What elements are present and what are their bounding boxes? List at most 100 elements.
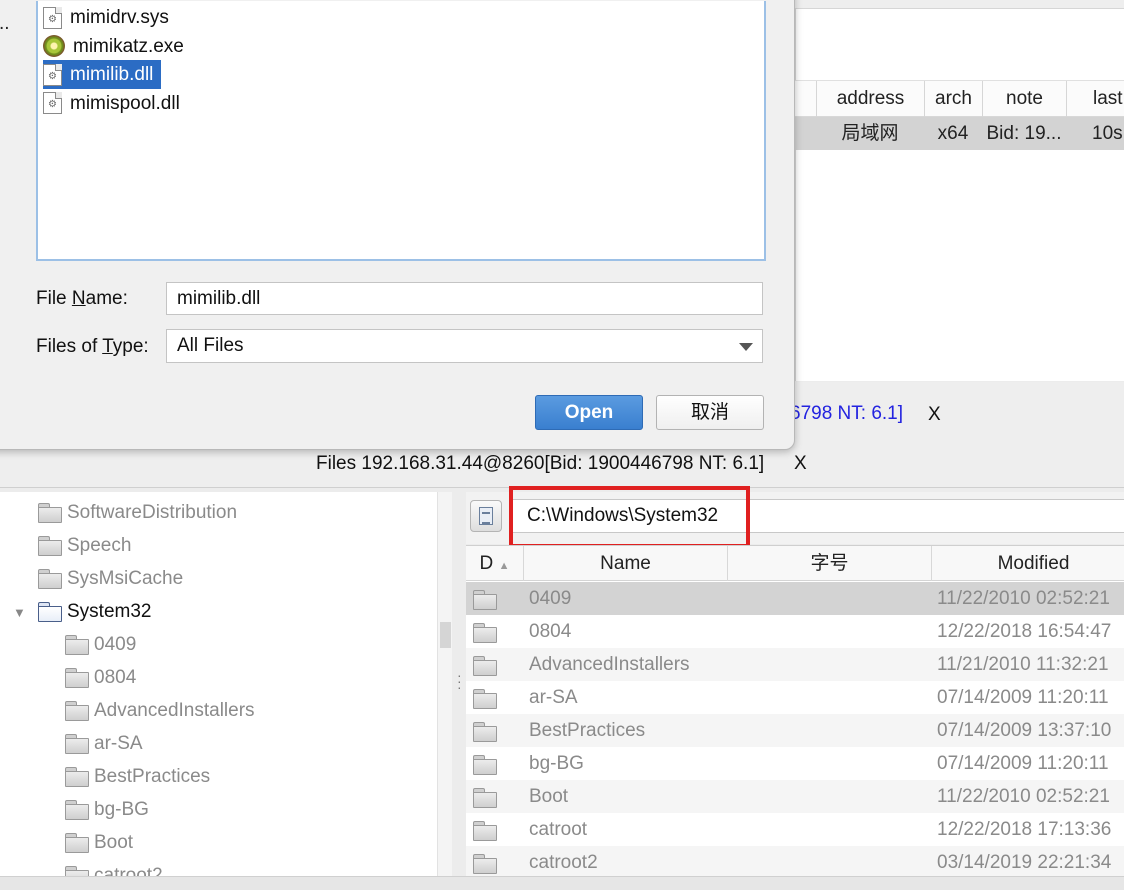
tree-scrollbar[interactable] xyxy=(437,492,452,876)
document-icon: ⚙ xyxy=(43,6,62,29)
file-list-item[interactable]: ⚙ mimispool.dll xyxy=(43,89,188,118)
document-icon: ⚙ xyxy=(43,63,62,86)
tree-scrollbar-thumb[interactable] xyxy=(440,622,451,648)
tree-item[interactable]: System32 xyxy=(38,595,151,628)
tree-item[interactable]: SysMsiCache xyxy=(38,562,183,595)
table-row[interactable]: bg-BG 07/14/2009 11:20:11 xyxy=(466,747,1124,780)
console-tab-close-button[interactable]: X xyxy=(928,404,941,426)
file-name-input[interactable]: mimilib.dll xyxy=(166,282,763,315)
file-list-item[interactable]: mimikatz.exe xyxy=(43,32,192,61)
file-table[interactable]: D ▲ Name 字号 Modified 0409 11/22/2010 02:5… xyxy=(466,545,1124,876)
tree-item[interactable]: bg-BG xyxy=(65,793,149,826)
row-name: catroot2 xyxy=(529,852,598,873)
row-modified: 12/22/2018 16:54:47 xyxy=(937,621,1112,642)
table-row[interactable]: catroot2 03/14/2019 22:21:34 xyxy=(466,846,1124,876)
file-list-item[interactable]: ⚙ mimilib.dll xyxy=(43,60,162,89)
tree-item-label: 0804 xyxy=(94,667,137,688)
files-tab-label[interactable]: Files 192.168.31.44@8260[Bid: 1900446798… xyxy=(316,453,764,475)
row-modified: 07/14/2009 11:20:11 xyxy=(937,753,1109,774)
session-last: 10s xyxy=(1092,123,1123,144)
file-type-value: All Files xyxy=(177,335,244,356)
folder-icon xyxy=(65,800,89,820)
row-name: 0804 xyxy=(529,621,572,642)
tree-item-label: catroot2 xyxy=(94,865,163,876)
files-tab-close-button[interactable]: X xyxy=(794,453,807,475)
path-history-button[interactable] xyxy=(470,500,502,532)
dialog-ellipsis: .. xyxy=(0,13,10,34)
folder-icon xyxy=(65,734,89,754)
status-bar xyxy=(0,876,1124,890)
row-name: bg-BG xyxy=(529,753,584,774)
column-header-name[interactable]: Name xyxy=(524,546,728,581)
column-header-d[interactable]: D ▲ xyxy=(466,546,524,581)
console-tab-label[interactable]: 6798 NT: 6.1] xyxy=(790,403,903,425)
tree-item-label: Boot xyxy=(94,832,134,853)
row-name: BestPractices xyxy=(529,720,646,741)
row-modified: 11/21/2010 11:32:21 xyxy=(937,654,1109,675)
tree-item[interactable]: SoftwareDistribution xyxy=(38,496,237,529)
tree-item-label: SoftwareDistribution xyxy=(67,502,238,523)
folder-icon xyxy=(65,701,89,721)
file-type-select[interactable]: All Files xyxy=(166,329,763,363)
expand-arrow-icon[interactable]: ▼ xyxy=(13,605,26,620)
table-row[interactable]: AdvancedInstallers 11/21/2010 11:32:21 xyxy=(466,648,1124,681)
file-list-item-label: mimikatz.exe xyxy=(73,35,184,57)
drag-handle-icon[interactable]: · · · xyxy=(457,668,462,694)
column-header-size[interactable]: 字号 xyxy=(728,546,932,581)
list-icon xyxy=(479,507,493,525)
session-row[interactable]: 局域网 x64 Bid: 19... 10s xyxy=(795,117,1124,150)
file-list-item-label: mimilib.dll xyxy=(70,64,154,85)
open-folder-icon xyxy=(38,602,62,622)
row-name: AdvancedInstallers xyxy=(529,654,690,675)
column-header-note[interactable]: note xyxy=(982,81,1066,117)
folder-icon xyxy=(65,833,89,853)
column-d-label: D xyxy=(479,553,494,574)
row-modified: 07/14/2009 11:20:11 xyxy=(937,687,1109,708)
cancel-button[interactable]: 取消 xyxy=(656,395,764,430)
session-table[interactable] xyxy=(795,8,1124,381)
table-row[interactable]: ar-SA 07/14/2009 11:20:11 xyxy=(466,681,1124,714)
row-modified: 07/14/2009 13:37:10 xyxy=(937,720,1112,741)
folder-icon xyxy=(473,623,497,643)
tree-item-label: SysMsiCache xyxy=(67,568,184,589)
tree-item[interactable]: Speech xyxy=(38,529,131,562)
file-list-item-label: mimispool.dll xyxy=(70,92,180,114)
file-table-header: D ▲ Name 字号 Modified xyxy=(466,545,1124,581)
row-name: ar-SA xyxy=(529,687,578,708)
file-type-label: Files of Type: xyxy=(36,336,149,357)
table-row[interactable]: Boot 11/22/2010 02:52:21 xyxy=(466,780,1124,813)
tree-item[interactable]: Boot xyxy=(65,826,133,859)
folder-icon xyxy=(473,590,497,610)
column-header-modified[interactable]: Modified xyxy=(932,546,1124,581)
table-row[interactable]: catroot 12/22/2018 17:13:36 xyxy=(466,813,1124,846)
column-header-address[interactable]: address xyxy=(816,81,924,117)
document-icon: ⚙ xyxy=(43,92,62,114)
column-header-arch[interactable]: arch xyxy=(924,81,982,117)
column-header-last[interactable]: last xyxy=(1066,81,1124,117)
file-list-item[interactable]: ⚙ mimidrv.sys xyxy=(43,3,177,32)
open-button[interactable]: Open xyxy=(535,395,643,430)
row-name: 0409 xyxy=(529,588,572,609)
tree-item[interactable]: BestPractices xyxy=(65,760,210,793)
tree-item[interactable]: 0804 xyxy=(65,661,136,694)
path-input[interactable]: C:\Windows\System32 xyxy=(512,499,1124,533)
folder-tree[interactable]: SoftwareDistribution Speech SysMsiCache ▼ Sy… xyxy=(0,492,437,876)
file-list[interactable]: ⚙ mimidrv.sys mimikatz.exe ⚙ mimilib.dll ⚙ mim… xyxy=(36,1,766,261)
kiwi-icon xyxy=(43,35,65,57)
folder-icon xyxy=(65,668,89,688)
folder-icon xyxy=(473,755,497,775)
tree-item-label: ar-SA xyxy=(94,733,143,754)
row-modified: 12/22/2018 17:13:36 xyxy=(937,819,1112,840)
tree-item[interactable]: AdvancedInstallers xyxy=(65,694,255,727)
table-row[interactable]: 0409 11/22/2010 02:52:21 xyxy=(466,582,1124,615)
tree-item[interactable]: ar-SA xyxy=(65,727,143,760)
folder-icon xyxy=(473,821,497,841)
table-row[interactable]: BestPractices 07/14/2009 13:37:10 xyxy=(466,714,1124,747)
folder-icon xyxy=(473,656,497,676)
row-modified: 11/22/2010 02:52:21 xyxy=(937,588,1110,609)
row-modified: 03/14/2019 22:21:34 xyxy=(937,852,1112,873)
tree-item[interactable]: 0409 xyxy=(65,628,136,661)
tree-item[interactable]: catroot2 xyxy=(65,859,163,876)
row-name: catroot xyxy=(529,819,588,840)
table-row[interactable]: 0804 12/22/2018 16:54:47 xyxy=(466,615,1124,648)
